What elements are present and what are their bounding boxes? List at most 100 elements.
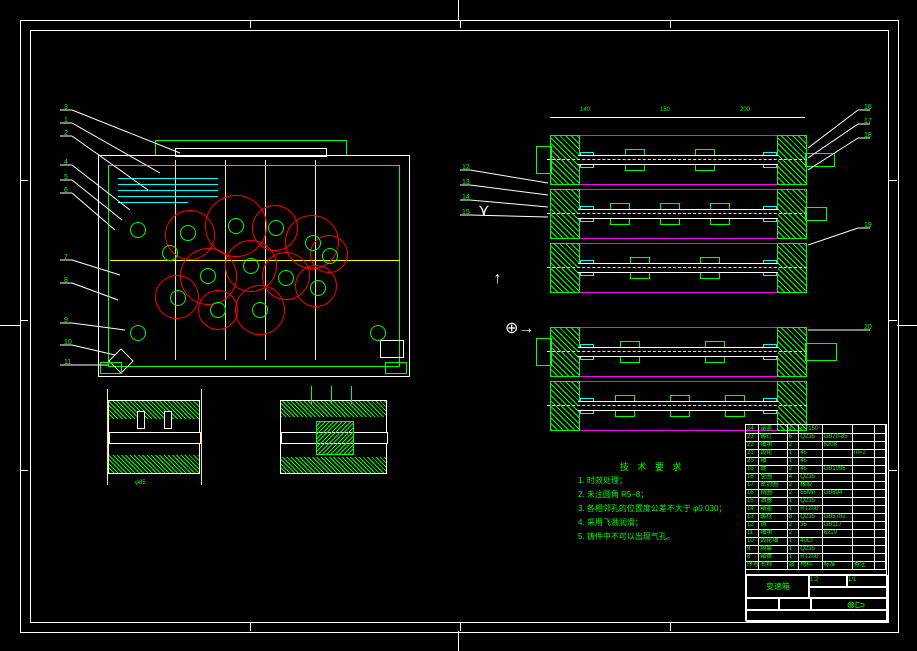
- leader-label: 16: [862, 104, 874, 112]
- leader-label: 10: [62, 339, 74, 347]
- detail-view-b: [280, 400, 387, 474]
- bom-cell: [853, 521, 875, 529]
- bom-cell: [875, 481, 887, 489]
- bom-cell: [875, 529, 887, 537]
- date-cell: [746, 609, 888, 622]
- bom-cell: 数: [788, 561, 800, 569]
- bom-cell: 13: [746, 513, 759, 521]
- bom-cell: GB117: [823, 521, 853, 529]
- title-block-footer: 变速箱 1:2 1/1: [746, 574, 886, 620]
- bom-cell: 1: [788, 425, 800, 433]
- bom-cell: 轴承: [759, 529, 788, 537]
- leader-label: 7: [62, 254, 70, 262]
- bolt-hole: [268, 220, 284, 236]
- bom-cell: [853, 441, 875, 449]
- bom-cell: 螺钉: [759, 433, 788, 441]
- bom-cell: Q235: [799, 545, 822, 553]
- bom-cell: 轴: [759, 457, 788, 465]
- bom-cell: [853, 505, 875, 513]
- bom-cell: [875, 561, 887, 569]
- bom-cell: [875, 489, 887, 497]
- leader-label: 8: [62, 277, 70, 285]
- bom-cell: 9: [746, 545, 759, 553]
- bom-cell: [799, 441, 822, 449]
- bom-cell: 端盖: [759, 425, 788, 433]
- bom-cell: 35: [799, 521, 822, 529]
- leader-lines-left: [60, 105, 240, 385]
- bom-cell: 22: [746, 441, 759, 449]
- bom-cell: 8: [746, 553, 759, 561]
- drawing-title: 变速箱: [746, 575, 810, 599]
- bom-cell: Q235: [799, 473, 822, 481]
- bom-cell: 2: [788, 441, 800, 449]
- bom-cell: 6: [788, 433, 800, 441]
- bom-cell: 齿轮: [759, 449, 788, 457]
- bom-cell: 10: [746, 537, 759, 545]
- bom-cell: 15: [746, 497, 759, 505]
- bom-cell: [875, 497, 887, 505]
- bom-cell: [875, 425, 887, 433]
- view-arrow-icon: ⊕→: [505, 318, 534, 338]
- bom-cell: 19: [746, 465, 759, 473]
- bom-cell: 键: [759, 465, 788, 473]
- boss-right: [380, 340, 404, 358]
- bom-cell: [875, 553, 887, 561]
- bom-cell: HT150: [799, 425, 822, 433]
- dim-text: 200: [740, 107, 750, 113]
- detail-view-a: [108, 400, 200, 474]
- dim-text: 140: [580, 107, 590, 113]
- bom-cell: [823, 473, 853, 481]
- bom-cell: 4: [788, 473, 800, 481]
- bom-cell: 21: [746, 449, 759, 457]
- bom-cell: [853, 473, 875, 481]
- bom-cell: 40Cr: [799, 537, 822, 545]
- bom-cell: [853, 465, 875, 473]
- bom-cell: 8: [788, 513, 800, 521]
- bom-cell: [853, 433, 875, 441]
- bom-cell: Q235: [799, 433, 822, 441]
- bom-cell: 隔套: [759, 545, 788, 553]
- bom-cell: 挡圈: [759, 489, 788, 497]
- bolt-hole: [278, 270, 294, 286]
- bom-cell: [853, 553, 875, 561]
- leader-label: 14: [460, 194, 472, 202]
- bom-cell: 齿轮轴: [759, 537, 788, 545]
- bom-cell: 1: [788, 497, 800, 505]
- notes-item: 5. 铸件中不可以出现气孔。: [578, 530, 726, 544]
- bom-cell: [823, 505, 853, 513]
- bom-cell: 标准: [823, 561, 853, 569]
- bom-cell: [853, 497, 875, 505]
- bom-cell: [853, 513, 875, 521]
- bom-cell: 2: [788, 489, 800, 497]
- technical-notes: 技 术 要 求 1. 时效处理； 2. 未注圆角 R5–8； 3. 各相邻孔的位…: [578, 460, 726, 544]
- bom-cell: 65Mn: [799, 489, 822, 497]
- bom-cell: GB5782: [823, 513, 853, 521]
- leader-label: 17: [862, 118, 874, 126]
- bom-cell: 45: [799, 457, 822, 465]
- bom-cell: 20: [746, 457, 759, 465]
- bom-cell: [875, 473, 887, 481]
- bom-cell: [853, 481, 875, 489]
- notes-item: 3. 各相邻孔的位置度公差不大于 φ0.030；: [578, 502, 726, 516]
- bom-cell: HT200: [799, 505, 822, 513]
- leader-label: 6: [62, 187, 70, 195]
- bom-cell: 16: [746, 489, 759, 497]
- bom-cell: 1: [788, 457, 800, 465]
- bom-cell: [875, 513, 887, 521]
- notes-item: 4. 采用飞溅润滑；: [578, 516, 726, 530]
- projection-symbol-icon: [846, 600, 866, 610]
- bom-cell: 1: [788, 553, 800, 561]
- bom-cell: 6208: [823, 441, 853, 449]
- bom-cell: Q235: [799, 513, 822, 521]
- bom-cell: [875, 505, 887, 513]
- leader-label: 12: [460, 164, 472, 172]
- bom-cell: 45: [799, 465, 822, 473]
- bom-cell: 橡胶: [799, 481, 822, 489]
- bolt-hole: [322, 248, 338, 264]
- bolt-hole: [305, 235, 321, 251]
- bom-cell: [853, 537, 875, 545]
- bom-cell: 名称: [759, 561, 788, 569]
- leader-lines-right-b: [808, 100, 878, 380]
- bom-cell: [875, 457, 887, 465]
- bom-cell: 1: [788, 449, 800, 457]
